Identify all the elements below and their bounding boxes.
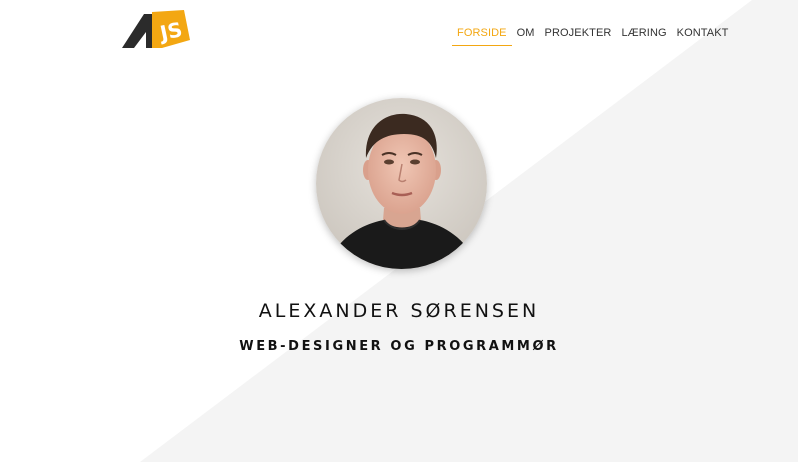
hero-name: ALEXANDER SØRENSEN — [258, 300, 540, 322]
nav-item-kontakt[interactable]: KONTAKT — [672, 27, 734, 46]
nav-item-projekter[interactable]: PROJEKTER — [540, 27, 617, 46]
main-nav: FORSIDE OM PROJEKTER LÆRING KONTAKT — [452, 27, 734, 46]
nav-item-forside[interactable]: FORSIDE — [452, 27, 512, 46]
ajs-logo[interactable]: JS — [122, 8, 192, 50]
profile-photo — [316, 98, 487, 269]
nav-item-om[interactable]: OM — [512, 27, 540, 46]
nav-item-laering[interactable]: LÆRING — [616, 27, 671, 46]
hero-role: WEB-DESIGNER OG PROGRAMMØR — [239, 339, 559, 354]
